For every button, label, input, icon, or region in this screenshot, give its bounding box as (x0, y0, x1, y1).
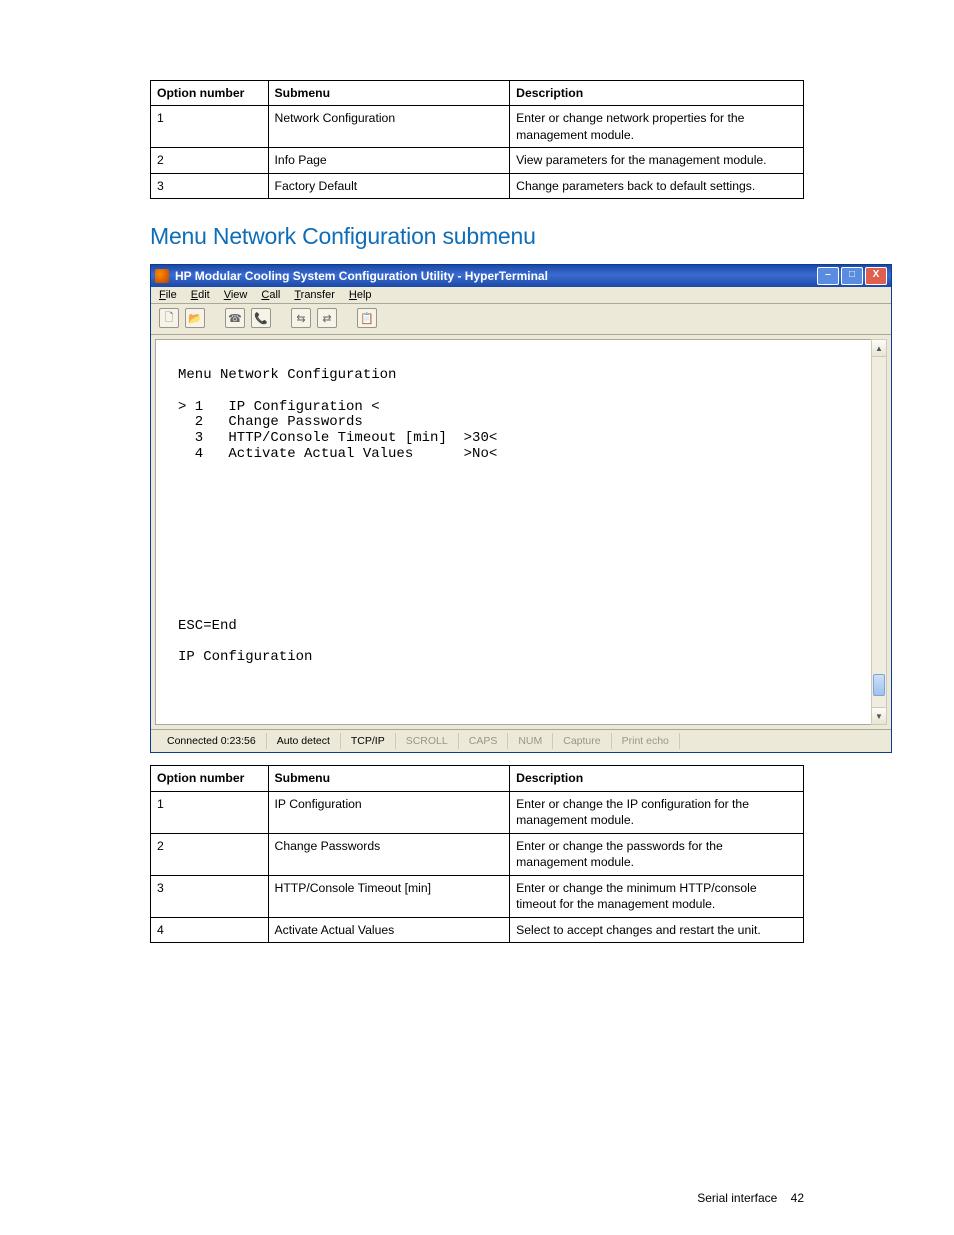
status-scroll: SCROLL (396, 733, 459, 749)
table-row: 1 Network Configuration Enter or change … (151, 106, 804, 148)
section-title: Menu Network Configuration submenu (150, 223, 804, 250)
menu-transfer[interactable]: Transfer (294, 289, 335, 301)
cell: Enter or change network properties for t… (510, 106, 804, 148)
menu-view[interactable]: View (224, 289, 248, 301)
hyperterminal-window: HP Modular Cooling System Configuration … (150, 264, 892, 753)
properties-icon[interactable]: 📋 (357, 308, 377, 328)
scroll-down-icon[interactable]: ▼ (872, 707, 886, 724)
status-print-echo: Print echo (612, 733, 680, 749)
footer-label: Serial interface (697, 1191, 777, 1205)
options-table-top: Option number Submenu Description 1 Netw… (150, 80, 804, 199)
cell: Enter or change the minimum HTTP/console… (510, 875, 804, 917)
cell: 3 (151, 875, 269, 917)
menu-file[interactable]: File (159, 289, 177, 301)
scroll-up-icon[interactable]: ▲ (872, 340, 886, 357)
col-header: Submenu (268, 766, 510, 791)
disconnect-icon[interactable]: 📞 (251, 308, 271, 328)
cell: Select to accept changes and restart the… (510, 917, 804, 942)
status-capture: Capture (553, 733, 611, 749)
cell: 1 (151, 106, 269, 148)
open-icon[interactable]: 📂 (185, 308, 205, 328)
cell: HTTP/Console Timeout [min] (268, 875, 510, 917)
status-caps: CAPS (459, 733, 509, 749)
cell: Enter or change the passwords for the ma… (510, 833, 804, 875)
status-num: NUM (508, 733, 553, 749)
maximize-button[interactable]: □ (841, 267, 863, 285)
cell: Change parameters back to default settin… (510, 173, 804, 198)
receive-icon[interactable]: ⇄ (317, 308, 337, 328)
table-row: 3 Factory Default Change parameters back… (151, 173, 804, 198)
send-icon[interactable]: ⇆ (291, 308, 311, 328)
table-row: 3 HTTP/Console Timeout [min] Enter or ch… (151, 875, 804, 917)
new-doc-icon[interactable]: 🗋 (159, 308, 179, 328)
cell: Activate Actual Values (268, 917, 510, 942)
col-header: Submenu (268, 81, 510, 106)
statusbar: Connected 0:23:56 Auto detect TCP/IP SCR… (151, 729, 891, 752)
menubar: File Edit View Call Transfer Help (151, 287, 891, 304)
terminal-output[interactable]: Menu Network Configuration > 1 IP Config… (155, 339, 887, 725)
table-row: 4 Activate Actual Values Select to accep… (151, 917, 804, 942)
cell: Enter or change the IP configuration for… (510, 791, 804, 833)
col-header: Option number (151, 81, 269, 106)
terminal-body: Menu Network Configuration > 1 IP Config… (151, 335, 891, 729)
cell: Network Configuration (268, 106, 510, 148)
toolbar: 🗋 📂 ☎ 📞 ⇆ ⇄ 📋 (151, 304, 891, 335)
cell: 2 (151, 833, 269, 875)
options-table-bottom: Option number Submenu Description 1 IP C… (150, 765, 804, 943)
window-title: HP Modular Cooling System Configuration … (175, 269, 817, 283)
cell: 1 (151, 791, 269, 833)
scroll-thumb[interactable] (873, 674, 885, 696)
scrollbar[interactable]: ▲ ▼ (871, 339, 887, 725)
footer-page: 42 (791, 1191, 804, 1205)
col-header: Description (510, 766, 804, 791)
page-footer: Serial interface 42 (697, 1191, 804, 1205)
menu-call[interactable]: Call (261, 289, 280, 301)
cell: IP Configuration (268, 791, 510, 833)
status-protocol: TCP/IP (341, 733, 396, 749)
cell: 2 (151, 148, 269, 173)
cell: View parameters for the management modul… (510, 148, 804, 173)
table-row: 2 Change Passwords Enter or change the p… (151, 833, 804, 875)
menu-edit[interactable]: Edit (191, 289, 210, 301)
cell: Info Page (268, 148, 510, 173)
col-header: Option number (151, 766, 269, 791)
app-icon (155, 269, 169, 283)
status-detect: Auto detect (267, 733, 341, 749)
cell: 4 (151, 917, 269, 942)
menu-help[interactable]: Help (349, 289, 372, 301)
page: Option number Submenu Description 1 Netw… (0, 0, 954, 1235)
cell: Change Passwords (268, 833, 510, 875)
cell: 3 (151, 173, 269, 198)
titlebar[interactable]: HP Modular Cooling System Configuration … (151, 265, 891, 287)
minimize-button[interactable]: – (817, 267, 839, 285)
connect-icon[interactable]: ☎ (225, 308, 245, 328)
table-row: 2 Info Page View parameters for the mana… (151, 148, 804, 173)
col-header: Description (510, 81, 804, 106)
status-connected: Connected 0:23:56 (157, 733, 267, 749)
close-button[interactable]: X (865, 267, 887, 285)
table-row: 1 IP Configuration Enter or change the I… (151, 791, 804, 833)
cell: Factory Default (268, 173, 510, 198)
